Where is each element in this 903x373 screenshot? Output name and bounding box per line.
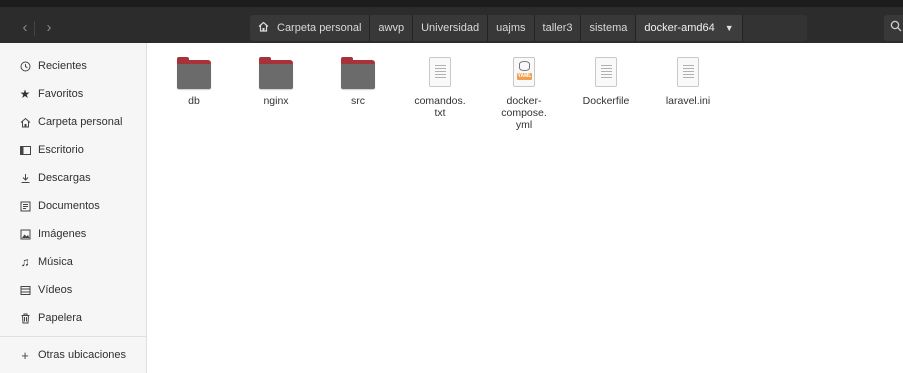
caret-down-icon: ▼ [724, 23, 734, 33]
breadcrumb-label: uajms [496, 22, 526, 34]
sidebar-item-musica[interactable]: ♫ Música [0, 249, 147, 275]
sidebar-item-imagenes[interactable]: Imágenes [0, 221, 147, 247]
file-item-nginx[interactable]: nginx [238, 55, 314, 107]
breadcrumb-universidad[interactable]: Universidad [413, 15, 489, 41]
breadcrumb-label: Carpeta personal [277, 22, 362, 34]
file-item-docker-compose-yml[interactable]: YAML docker- compose. yml [486, 55, 562, 131]
search-button[interactable] [884, 15, 903, 41]
file-name: src [351, 95, 365, 107]
sidebar-item-papelera[interactable]: Papelera [0, 305, 147, 331]
download-icon [18, 171, 32, 185]
sidebar-item-label: Recientes [38, 60, 87, 72]
folder-icon [338, 55, 378, 91]
text-file-icon [420, 55, 460, 91]
forward-button[interactable]: › [38, 17, 60, 39]
file-name: Dockerfile [582, 95, 630, 107]
breadcrumb-label: sistema [589, 22, 628, 34]
sidebar-item-label: Papelera [38, 312, 83, 324]
file-name: nginx [263, 95, 289, 107]
sidebar-item-label: Otras ubicaciones [38, 349, 127, 361]
sidebar: Recientes ★ Favoritos Carpeta personal E… [0, 43, 147, 373]
desktop-icon [18, 143, 32, 157]
home-icon [18, 115, 32, 129]
breadcrumb-label: Universidad [421, 22, 480, 34]
sidebar-item-recientes[interactable]: Recientes [0, 53, 147, 79]
folder-icon [174, 55, 214, 91]
chevron-left-icon: ‹ [22, 19, 28, 36]
chevron-right-icon: › [46, 19, 52, 36]
breadcrumb-label: taller3 [542, 22, 573, 34]
file-item-db[interactable]: db [156, 55, 232, 107]
sidebar-item-favoritos[interactable]: ★ Favoritos [0, 81, 147, 107]
sidebar-item-carpeta-personal[interactable]: Carpeta personal [0, 109, 147, 135]
file-name: docker- compose. yml [501, 95, 547, 131]
breadcrumb: Carpeta personal awvp Universidad uajms … [250, 15, 807, 41]
header-bar: ‹ › Carpeta personal awvp Universidad ua… [0, 0, 903, 43]
file-view: db nginx src comandos. txt YAML docker- … [148, 43, 903, 373]
file-name: laravel.ini [665, 95, 711, 107]
sidebar-item-label: Música [38, 256, 73, 268]
sidebar-item-label: Escritorio [38, 144, 84, 156]
file-name: comandos. txt [414, 95, 466, 119]
breadcrumb-current[interactable]: docker-amd64 ▼ [636, 15, 743, 41]
sidebar-item-videos[interactable]: Vídeos [0, 277, 147, 303]
sidebar-item-label: Vídeos [38, 284, 73, 296]
breadcrumb-home[interactable]: Carpeta personal [250, 15, 371, 41]
sidebar-item-label: Documentos [38, 200, 100, 212]
folder-icon [256, 55, 296, 91]
document-icon [18, 199, 32, 213]
sidebar-item-label: Descargas [38, 172, 91, 184]
sidebar-divider [0, 336, 147, 337]
star-icon: ★ [19, 87, 31, 101]
search-icon [890, 20, 902, 35]
back-button[interactable]: ‹ [14, 17, 36, 39]
sidebar-item-documentos[interactable]: Documentos [0, 193, 147, 219]
file-item-dockerfile[interactable]: Dockerfile [568, 55, 644, 107]
nav-separator [34, 21, 35, 36]
clock-icon [18, 59, 32, 73]
breadcrumb-awvp[interactable]: awvp [370, 15, 414, 41]
file-name: db [188, 95, 200, 107]
file-item-src[interactable]: src [320, 55, 396, 107]
breadcrumb-sistema[interactable]: sistema [581, 15, 637, 41]
sidebar-item-label: Imágenes [38, 228, 87, 240]
image-icon [18, 227, 32, 241]
breadcrumb-label: docker-amd64 [644, 22, 715, 34]
plus-icon: + [21, 347, 29, 363]
sidebar-item-escritorio[interactable]: Escritorio [0, 137, 147, 163]
breadcrumb-taller3[interactable]: taller3 [534, 15, 582, 41]
breadcrumb-label: awvp [378, 22, 405, 34]
trash-icon [18, 311, 32, 325]
text-file-icon [668, 55, 708, 91]
breadcrumb-spacer [742, 15, 807, 41]
video-icon [18, 283, 32, 297]
text-file-icon [586, 55, 626, 91]
yaml-file-icon: YAML [504, 55, 544, 91]
breadcrumb-uajms[interactable]: uajms [488, 15, 535, 41]
home-icon [258, 21, 269, 35]
sidebar-item-label: Carpeta personal [38, 116, 123, 128]
file-item-laravel-ini[interactable]: laravel.ini [650, 55, 726, 107]
sidebar-item-label: Favoritos [38, 88, 84, 100]
music-icon: ♫ [20, 255, 30, 269]
sidebar-item-descargas[interactable]: Descargas [0, 165, 147, 191]
file-item-comandos-txt[interactable]: comandos. txt [402, 55, 478, 119]
sidebar-item-otras-ubicaciones[interactable]: + Otras ubicaciones [0, 342, 147, 368]
